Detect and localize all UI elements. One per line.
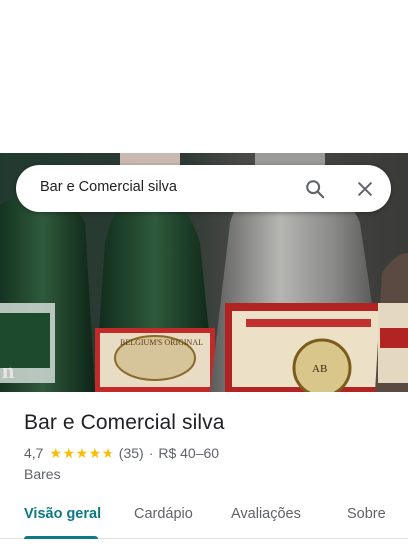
tab-overview[interactable]: Visão geral <box>24 506 101 522</box>
star-icon: ★ <box>49 445 63 461</box>
star-icon: ★ <box>88 445 102 461</box>
rating-stars: ★ ★ ★ ★ ★ <box>49 446 114 460</box>
rating-value: 4,7 <box>24 445 44 461</box>
search-icon[interactable] <box>302 176 328 202</box>
close-icon[interactable] <box>352 176 378 202</box>
star-half-icon: ★ <box>101 445 115 461</box>
review-count[interactable]: (35) <box>119 445 144 461</box>
place-tabs: Visão geral Cardápio Avaliações Sobre <box>0 496 408 546</box>
rating-row[interactable]: 4,7 ★ ★ ★ ★ ★ (35) · R$ 40–60 <box>24 445 219 461</box>
separator-dot: · <box>148 445 154 461</box>
tab-about[interactable]: Sobre <box>347 506 386 522</box>
search-input[interactable]: Bar e Comercial silva <box>40 179 177 195</box>
search-bar[interactable]: Bar e Comercial silva <box>16 165 391 212</box>
star-icon: ★ <box>75 445 89 461</box>
place-title: Bar e Comercial silva <box>24 411 225 434</box>
tab-menu[interactable]: Cardápio <box>134 506 193 522</box>
svg-text:BELGIUM'S ORIGINAL: BELGIUM'S ORIGINAL <box>120 338 203 347</box>
active-tab-indicator <box>24 536 98 539</box>
place-category: Bares <box>24 466 61 482</box>
svg-text:n: n <box>2 358 14 383</box>
tab-reviews[interactable]: Avaliações <box>231 506 301 522</box>
star-icon: ★ <box>62 445 76 461</box>
price-range: R$ 40–60 <box>158 445 220 461</box>
svg-text:AB: AB <box>312 363 327 375</box>
